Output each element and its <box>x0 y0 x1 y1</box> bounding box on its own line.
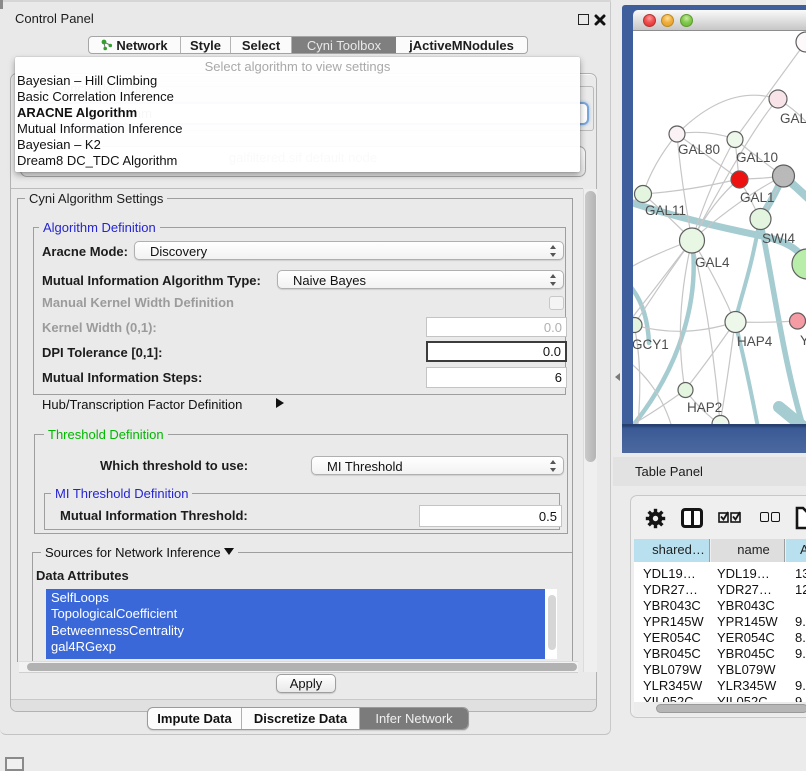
svg-text:SWI4: SWI4 <box>762 231 795 246</box>
svg-text:GAL4: GAL4 <box>695 255 730 270</box>
svg-text:HAP4: HAP4 <box>737 334 773 349</box>
svg-text:GCY1: GCY1 <box>633 337 669 352</box>
svg-text:GAL10: GAL10 <box>736 150 778 165</box>
svg-text:GAL1: GAL1 <box>740 190 775 205</box>
svg-text:Y: Y <box>800 333 806 348</box>
svg-text:GAL80: GAL80 <box>678 142 720 157</box>
svg-text:GAL11: GAL11 <box>645 203 686 218</box>
svg-text:HAP2: HAP2 <box>687 400 722 415</box>
svg-text:GAL2: GAL2 <box>780 111 806 126</box>
